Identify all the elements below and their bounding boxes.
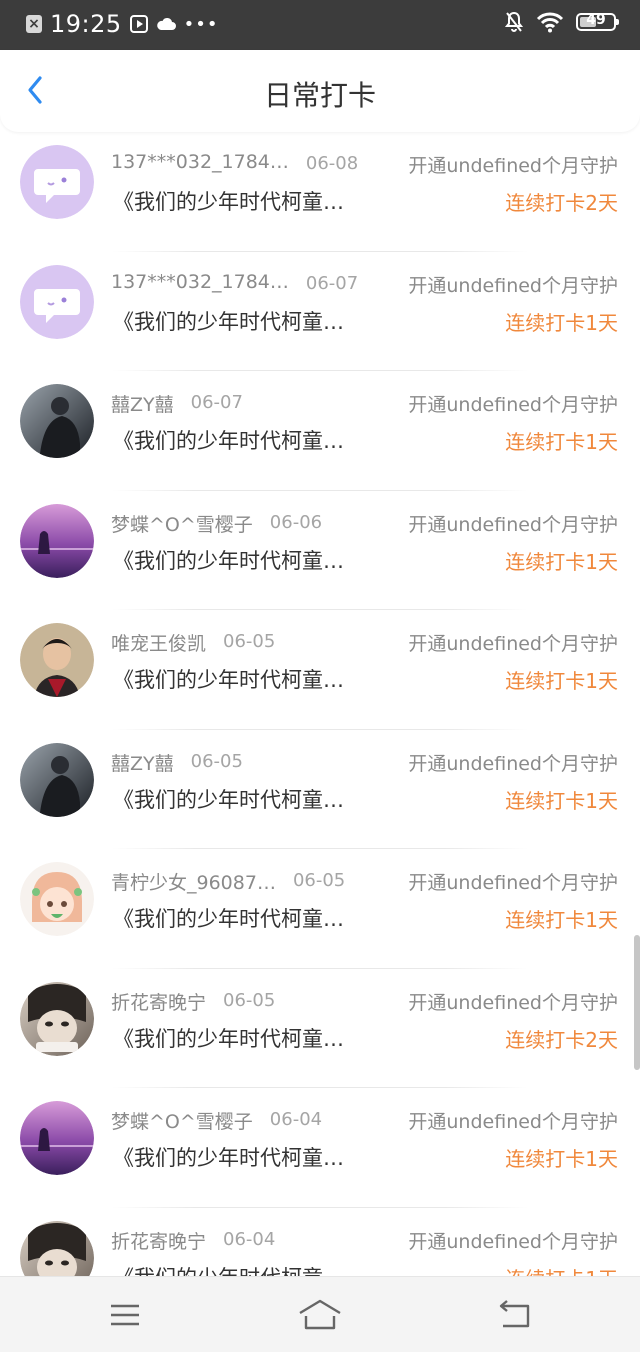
list-item[interactable]: 137***032_1784… 06-08 开通undefined个月守护《我们的少… xyxy=(0,132,640,252)
avatar[interactable] xyxy=(20,264,94,339)
checkin-date: 06-07 xyxy=(190,392,243,413)
checkin-date: 06-07 xyxy=(305,272,359,294)
checkin-content: 《我们的少年时代柯童… xyxy=(113,668,344,692)
back-return-icon[interactable] xyxy=(495,1295,535,1335)
streak-label: 连续打卡1天 xyxy=(505,669,618,693)
checkin-content: 《我们的少年时代柯童… xyxy=(113,309,344,334)
user-name: 囍ZY囍 xyxy=(111,394,174,416)
guard-status: 开通undefined个月守护 xyxy=(408,274,618,297)
checkin-content: 《我们的少年时代柯童… xyxy=(113,1026,344,1051)
battery-level: 49 xyxy=(586,12,606,28)
status-time: 19:25 xyxy=(50,10,122,38)
user-name: 137***032_1784… xyxy=(111,151,289,173)
list-item[interactable]: 囍ZY囍 06-05 开通undefined个月守护《我们的少年时代柯童… 连续打卡1… xyxy=(0,730,640,849)
guard-status: 开通undefined个月守护 xyxy=(408,633,618,655)
guard-status: 开通undefined个月守护 xyxy=(408,872,618,894)
streak-label: 连续打卡2天 xyxy=(505,191,618,215)
user-name: 梦蝶^O^雪樱子 xyxy=(111,513,253,536)
avatar[interactable] xyxy=(20,742,94,817)
avatar[interactable] xyxy=(20,503,94,578)
guard-status: 开通undefined个月守护 xyxy=(408,1111,618,1133)
streak-label: 连续打卡1天 xyxy=(505,549,618,574)
avatar[interactable] xyxy=(20,145,94,219)
avatar[interactable] xyxy=(20,1220,94,1276)
checkin-date: 06-08 xyxy=(305,153,359,174)
streak-label: 连续打卡1天 xyxy=(505,908,618,932)
streak-label: 连续打卡1天 xyxy=(505,1147,618,1171)
scrollbar[interactable] xyxy=(634,935,640,1070)
checkin-date: 06-05 xyxy=(292,870,346,891)
cloud-icon xyxy=(156,17,176,30)
user-name: 青柠少女_96087… xyxy=(111,872,276,894)
avatar[interactable] xyxy=(20,862,94,936)
checkin-content: 《我们的少年时代柯童… xyxy=(113,787,344,812)
status-right: 49 xyxy=(504,11,619,33)
streak-label: 连续打卡1天 xyxy=(505,1263,618,1277)
avatar[interactable] xyxy=(20,1101,94,1175)
page-title: 日常打卡 xyxy=(263,79,376,112)
streak-label: 连续打卡1天 xyxy=(505,430,618,454)
checkin-content: 《我们的少年时代柯童… xyxy=(113,1146,344,1170)
checkin-date: 06-04 xyxy=(223,1228,276,1250)
guard-status: 开通undefined个月守护 xyxy=(408,991,618,1014)
page-header: 日常打卡 xyxy=(0,50,640,132)
streak-label: 连续打卡1天 xyxy=(505,310,618,335)
checkin-content: 《我们的少年时代柯童… xyxy=(113,548,344,573)
checkin-list[interactable]: 137***032_1784… 06-08 开通undefined个月守护 《我们的少… xyxy=(0,132,640,1276)
guard-status: 开通undefined个月守护 xyxy=(408,394,618,416)
checkin-date: 06-05 xyxy=(190,750,243,772)
guard-status: 开通undefined个月守护 xyxy=(408,1230,618,1253)
checkin-content: 《我们的少年时代柯童… xyxy=(113,429,344,453)
streak-label: 连续打卡1天 xyxy=(505,788,618,813)
more-dots-icon: ••• xyxy=(183,13,219,35)
list-item[interactable]: 137***032_1784… 06-07 开通undefined个月守护《我们的少… xyxy=(0,252,640,371)
list-item[interactable]: 折花寄晚宁 06-05 开通undefined个月守护《我们的少年时代柯童… 连续打卡… xyxy=(0,969,640,1088)
menu-icon[interactable] xyxy=(105,1295,145,1335)
bell-off-icon xyxy=(504,11,524,32)
avatar[interactable] xyxy=(20,981,94,1056)
checkin-content: 《我们的少年时代柯童… xyxy=(113,190,344,214)
user-name: 梦蝶^O^雪樱子 xyxy=(111,1111,253,1133)
checkin-date: 06-05 xyxy=(223,989,276,1011)
user-name: 唯宠王俊凯 xyxy=(111,633,207,655)
user-name: 折花寄晚宁 xyxy=(111,991,207,1014)
list-item[interactable]: 唯宠王俊凯 06-05 开通undefined个月守护《我们的少年时代柯童… 连续打卡… xyxy=(0,610,640,730)
list-item[interactable]: 青柠少女_96087… 06-05 开通undefined个月守护《我们的少年时代柯… xyxy=(0,849,640,969)
list-item[interactable]: 梦蝶^O^雪樱子 06-04 开通undefined个月守护《我们的少年时代柯童… 连… xyxy=(0,1088,640,1208)
status-left: × 19:25 ••• xyxy=(26,10,219,38)
battery-icon: 49 xyxy=(576,12,619,31)
guard-status: 开通undefined个月守护 xyxy=(408,513,618,536)
home-icon[interactable] xyxy=(297,1295,343,1335)
status-bar: × 19:25 ••• 49 xyxy=(0,0,640,50)
close-icon: × xyxy=(26,15,42,33)
checkin-content: 《我们的少年时代柯童… xyxy=(113,907,344,931)
guard-status: 开通undefined个月守护 xyxy=(408,752,618,775)
user-name: 折花寄晚宁 xyxy=(111,1230,207,1253)
guard-status: 开通undefined个月守护 xyxy=(408,155,618,177)
list-item[interactable]: 梦蝶^O^雪樱子 06-06 开通undefined个月守护《我们的少年时代柯童… 连… xyxy=(0,491,640,610)
avatar[interactable] xyxy=(20,623,94,697)
streak-label: 连续打卡2天 xyxy=(505,1027,618,1052)
list-item[interactable]: 折花寄晚宁 06-04 开通undefined个月守护《我们的少年时代柯童… 连续打卡… xyxy=(0,1208,640,1277)
wifi-icon xyxy=(536,12,564,33)
nav-bar xyxy=(0,1276,640,1352)
play-icon xyxy=(129,15,148,33)
list-item[interactable]: 囍ZY囍 06-07 开通undefined个月守护《我们的少年时代柯童… 连续打卡1… xyxy=(0,371,640,491)
checkin-date: 06-04 xyxy=(269,1109,323,1130)
avatar[interactable] xyxy=(20,384,94,458)
user-name: 囍ZY囍 xyxy=(111,752,174,775)
checkin-content: 《我们的少年时代柯童… xyxy=(113,1262,378,1277)
user-name: 137***032_1784… xyxy=(111,270,289,293)
checkin-date: 06-06 xyxy=(269,511,323,533)
checkin-date: 06-05 xyxy=(223,631,276,652)
